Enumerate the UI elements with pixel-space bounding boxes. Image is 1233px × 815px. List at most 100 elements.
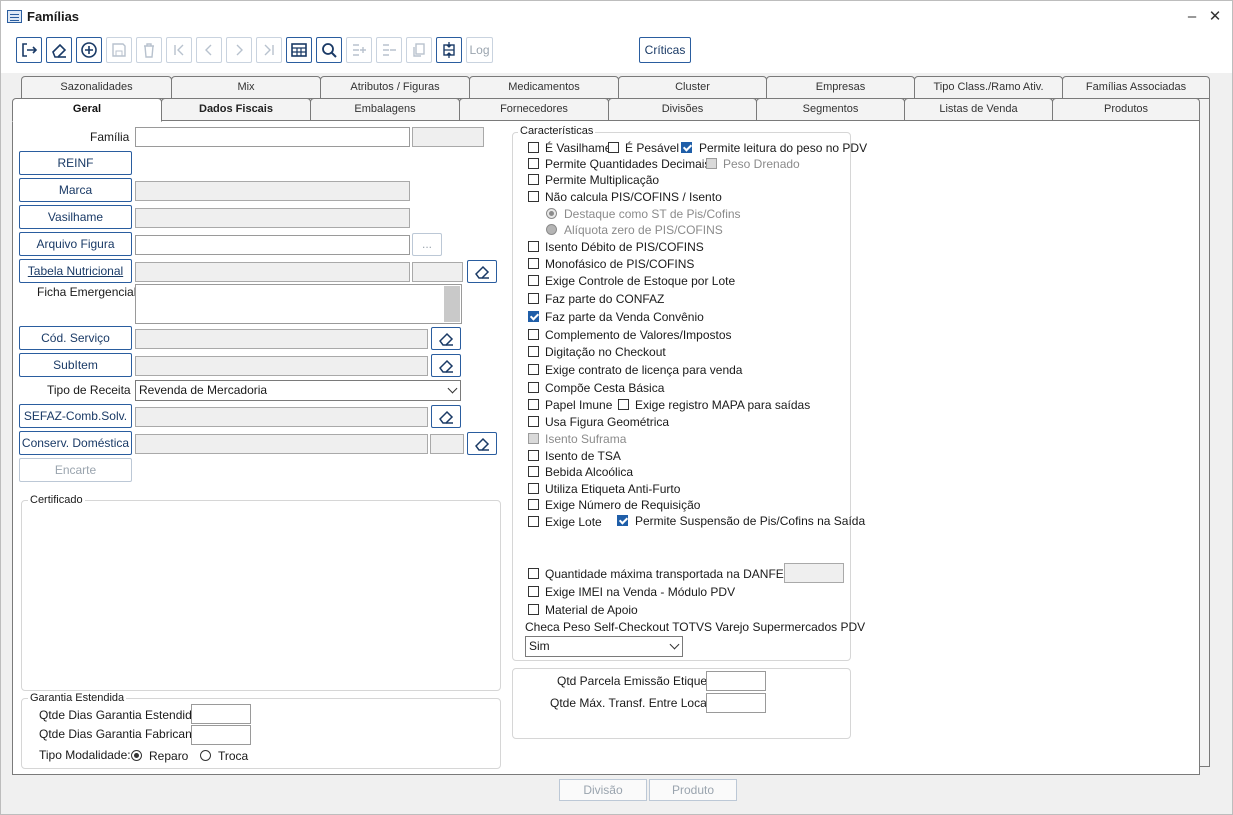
subitem-button[interactable]: SubItem bbox=[19, 353, 132, 377]
marca-button[interactable]: Marca bbox=[19, 178, 132, 202]
tab-mix[interactable]: Mix bbox=[171, 76, 321, 98]
destaque-st-radio[interactable] bbox=[546, 208, 557, 219]
tab-sazonalidades[interactable]: Sazonalidades bbox=[21, 76, 172, 98]
cesta-basica-checkbox[interactable] bbox=[528, 382, 539, 393]
arquivo-figura-button[interactable]: Arquivo Figura bbox=[19, 232, 132, 256]
tab-medicamentos[interactable]: Medicamentos bbox=[469, 76, 619, 98]
browse-button[interactable]: ... bbox=[412, 233, 442, 256]
antifurto-checkbox[interactable] bbox=[528, 483, 539, 494]
tab-atributos-figuras[interactable]: Atributos / Figuras bbox=[320, 76, 470, 98]
tab-embalagens[interactable]: Embalagens bbox=[310, 98, 460, 120]
figura-geometrica-checkbox[interactable] bbox=[528, 416, 539, 427]
exit-button[interactable] bbox=[16, 37, 42, 63]
contrato-checkbox[interactable] bbox=[528, 364, 539, 375]
suspensao-checkbox[interactable] bbox=[617, 515, 628, 526]
last-record-button[interactable] bbox=[256, 37, 282, 63]
close-button[interactable]: ✕ bbox=[1205, 7, 1225, 27]
tab-familias-associadas[interactable]: Famílias Associadas bbox=[1062, 76, 1210, 98]
vasilhame-checkbox[interactable] bbox=[528, 142, 539, 153]
tab-divisoes[interactable]: Divisões bbox=[608, 98, 757, 120]
minimize-button[interactable]: – bbox=[1182, 7, 1202, 27]
qtd-parcela-input[interactable] bbox=[706, 671, 766, 691]
grid-view-button[interactable] bbox=[286, 37, 312, 63]
tab-cluster[interactable]: Cluster bbox=[618, 76, 767, 98]
bebida-checkbox[interactable] bbox=[528, 466, 539, 477]
confaz-checkbox[interactable] bbox=[528, 293, 539, 304]
qtd-danfe-checkbox[interactable] bbox=[528, 568, 539, 579]
tab-segmentos[interactable]: Segmentos bbox=[756, 98, 905, 120]
previous-record-button[interactable] bbox=[196, 37, 222, 63]
isento-tsa-checkbox[interactable] bbox=[528, 450, 539, 461]
dias-estendida-input[interactable] bbox=[191, 704, 251, 724]
produto-button[interactable]: Produto bbox=[649, 779, 737, 801]
tab-tipo-class[interactable]: Tipo Class./Ramo Ativ. bbox=[914, 76, 1063, 98]
conserv-domestica-button[interactable]: Conserv. Doméstica bbox=[19, 431, 132, 455]
leitura-peso-checkbox[interactable] bbox=[681, 142, 692, 153]
monofasico-checkbox[interactable] bbox=[528, 258, 539, 269]
isento-suframa-checkbox[interactable] bbox=[528, 433, 539, 444]
delete-button[interactable] bbox=[136, 37, 162, 63]
add-button[interactable] bbox=[76, 37, 102, 63]
tab-dados-fiscais[interactable]: Dados Fiscais bbox=[161, 98, 311, 120]
tab-empresas[interactable]: Empresas bbox=[766, 76, 915, 98]
familia-input[interactable] bbox=[135, 127, 410, 147]
venda-convenio-checkbox[interactable] bbox=[528, 311, 539, 322]
vasilhame-button[interactable]: Vasilhame bbox=[19, 205, 132, 229]
dias-fabricante-input[interactable] bbox=[191, 725, 251, 745]
apoio-checkbox[interactable] bbox=[528, 604, 539, 615]
transfer-button[interactable] bbox=[436, 37, 462, 63]
divisao-button[interactable]: Divisão bbox=[559, 779, 647, 801]
clear-cod-servico-button[interactable] bbox=[431, 327, 461, 350]
tab-geral[interactable]: Geral bbox=[12, 98, 162, 122]
tab-produtos[interactable]: Produtos bbox=[1052, 98, 1200, 120]
tipo-modalidade-label: Tipo Modalidade: bbox=[39, 748, 131, 762]
ficha-scrollbar[interactable] bbox=[444, 286, 460, 322]
transfer-icon bbox=[443, 42, 455, 58]
imei-checkbox[interactable] bbox=[528, 586, 539, 597]
reinf-button[interactable]: REINF bbox=[19, 151, 132, 175]
remove-item-button[interactable] bbox=[376, 37, 402, 63]
clear-tabela-nutricional-button[interactable] bbox=[467, 260, 497, 283]
pesavel-checkbox[interactable] bbox=[608, 142, 619, 153]
tabela-nutricional-button[interactable]: Tabela Nutricional bbox=[19, 259, 132, 283]
cod-servico-button[interactable]: Cód. Serviço bbox=[19, 326, 132, 350]
sefaz-button[interactable]: SEFAZ-Comb.Solv. bbox=[19, 404, 132, 428]
tab-listas-de-venda[interactable]: Listas de Venda bbox=[904, 98, 1053, 120]
criticas-button[interactable]: Críticas bbox=[639, 37, 691, 63]
troca-radio[interactable] bbox=[200, 750, 211, 761]
qtd-decimais-checkbox[interactable] bbox=[528, 158, 539, 169]
clear-button[interactable] bbox=[46, 37, 72, 63]
mapa-checkbox[interactable] bbox=[618, 399, 629, 410]
papel-imune-checkbox[interactable] bbox=[528, 399, 539, 410]
arquivo-figura-input[interactable] bbox=[135, 235, 410, 255]
copy-button[interactable] bbox=[406, 37, 432, 63]
search-button[interactable] bbox=[316, 37, 342, 63]
digitacao-checkbox[interactable] bbox=[528, 346, 539, 357]
next-record-button[interactable] bbox=[226, 37, 252, 63]
aliquota-zero-radio[interactable] bbox=[546, 224, 557, 235]
ficha-emergencial-textarea[interactable] bbox=[135, 284, 462, 324]
clear-subitem-button[interactable] bbox=[431, 354, 461, 377]
isento-debito-checkbox[interactable] bbox=[528, 241, 539, 252]
exige-lote-checkbox[interactable] bbox=[528, 516, 539, 527]
complemento-checkbox[interactable] bbox=[528, 329, 539, 340]
encarte-button[interactable]: Encarte bbox=[19, 458, 132, 482]
controle-lote-checkbox[interactable] bbox=[528, 275, 539, 286]
requisicao-checkbox[interactable] bbox=[528, 499, 539, 510]
checa-peso-select[interactable]: Sim bbox=[525, 636, 683, 657]
familia-label: Família bbox=[90, 130, 130, 144]
qtd-max-transf-input[interactable] bbox=[706, 693, 766, 713]
tab-fornecedores[interactable]: Fornecedores bbox=[459, 98, 609, 120]
tipo-receita-select[interactable]: Revenda de Mercadoria bbox=[135, 380, 461, 401]
reparo-radio[interactable] bbox=[131, 750, 142, 761]
log-button[interactable]: Log bbox=[466, 37, 493, 63]
clear-sefaz-button[interactable] bbox=[431, 405, 461, 428]
save-button[interactable] bbox=[106, 37, 132, 63]
multiplicacao-checkbox[interactable] bbox=[528, 174, 539, 185]
peso-drenado-checkbox[interactable] bbox=[706, 158, 717, 169]
add-item-button[interactable] bbox=[346, 37, 372, 63]
nao-calcula-checkbox[interactable] bbox=[528, 191, 539, 202]
qtd-danfe-label: Quantidade máxima transportada na DANFE … bbox=[545, 567, 813, 581]
clear-conserv-domestica-button[interactable] bbox=[467, 432, 497, 455]
first-record-button[interactable] bbox=[166, 37, 192, 63]
